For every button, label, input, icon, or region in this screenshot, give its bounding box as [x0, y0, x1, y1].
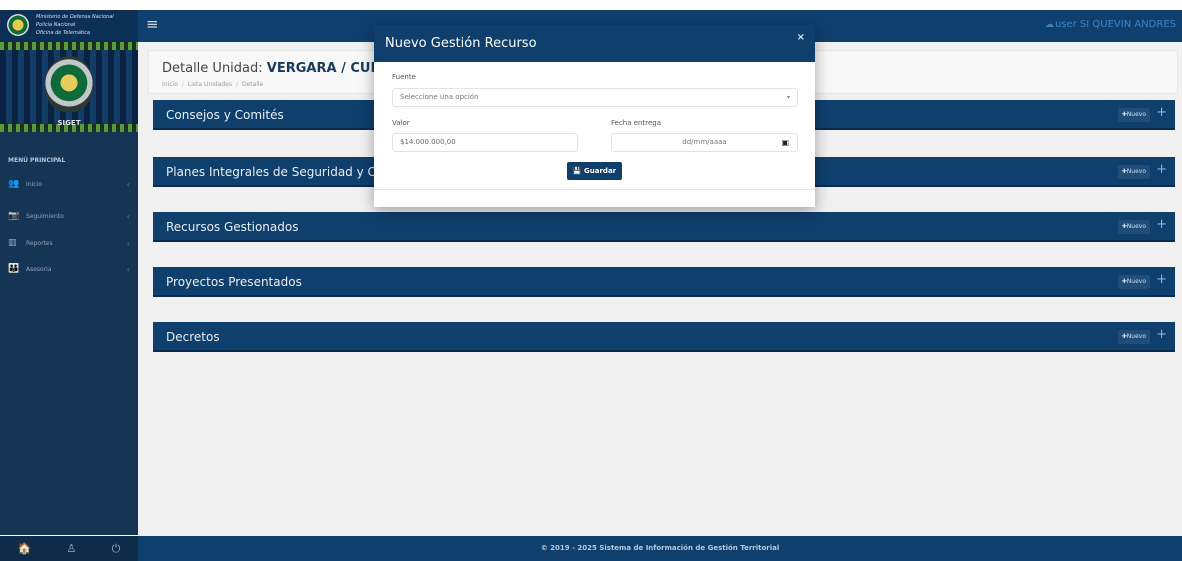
- fecha-label: Fecha entrega: [611, 119, 662, 127]
- sidebar-footer: 🏠 ♙ ⏻: [0, 536, 138, 561]
- power-icon[interactable]: ⏻: [112, 542, 121, 556]
- expand-plus-icon[interactable]: +: [1156, 217, 1167, 232]
- cloud-icon: ☁: [1044, 20, 1054, 30]
- panel-proyectos: Proyectos Presentados ✚Nuevo +: [153, 267, 1175, 297]
- save-button-label: Guardar: [584, 167, 617, 175]
- panel-title: Planes Integrales de Seguridad y Co: [166, 165, 384, 179]
- valor-value: $14.000.000,00: [400, 138, 456, 146]
- page-title-prefix: Detalle Unidad:: [162, 61, 263, 76]
- brand-line-1: Ministerio de Defensa Nacional: [36, 14, 114, 20]
- panel-title: Decretos: [166, 330, 220, 344]
- breadcrumb-item[interactable]: Inicio: [162, 81, 178, 88]
- users-icon: 👥: [8, 179, 20, 189]
- page-footer: © 2019 - 2025 Sistema de Información de …: [138, 536, 1182, 561]
- modal-footer-divider: [374, 189, 815, 190]
- new-resource-modal: Nuevo Gestión Recurso × Fuente Seleccion…: [374, 25, 815, 207]
- breadcrumb-separator: /: [181, 81, 184, 88]
- user-name: user SI QUEVIN ANDRES: [1054, 19, 1176, 30]
- panel-decretos: Decretos ✚Nuevo +: [153, 322, 1175, 352]
- new-button[interactable]: ✚Nuevo: [1117, 330, 1150, 344]
- breadcrumb-item[interactable]: Lista Unidades: [188, 81, 232, 88]
- sidebar-item-label: Reportes: [26, 239, 53, 247]
- expand-plus-icon[interactable]: +: [1156, 272, 1167, 287]
- expand-plus-icon[interactable]: +: [1156, 105, 1167, 120]
- sidebar-header: SIGET: [0, 42, 138, 132]
- breadcrumb-item: Detalle: [242, 81, 264, 88]
- panel-title: Proyectos Presentados: [166, 275, 302, 289]
- sidebar-item-label: Inicio: [26, 180, 42, 188]
- save-icon: 💾: [572, 167, 582, 175]
- new-button[interactable]: ✚Nuevo: [1117, 220, 1150, 234]
- sidebar-item-label: Seguimiento: [26, 212, 64, 220]
- sidebar-item-seguimiento[interactable]: 📷 Seguimiento ‹: [8, 209, 130, 223]
- sidebar: SIGET MENÚ PRINCIPAL 👥 Inicio ‹ 📷 Seguim…: [0, 42, 138, 535]
- home-icon[interactable]: 🏠: [18, 542, 32, 555]
- fuente-placeholder: Seleccione una opción: [400, 93, 479, 101]
- new-button-label: Nuevo: [1126, 223, 1146, 230]
- brand-line-2: Policía Nacional: [36, 22, 76, 28]
- expand-plus-icon[interactable]: +: [1156, 327, 1167, 342]
- chevron-down-icon: ▾: [786, 94, 790, 101]
- police-logo-icon: [45, 56, 93, 112]
- bar-chart-icon: ▥: [8, 238, 17, 248]
- user-menu[interactable]: ☁user SI QUEVIN ANDRES: [1045, 19, 1176, 30]
- chevron-left-icon: ‹: [126, 211, 130, 221]
- expand-plus-icon[interactable]: +: [1156, 162, 1167, 177]
- chevron-left-icon: ‹: [126, 264, 130, 274]
- brand-text: Ministerio de Defensa Nacional Policía N…: [36, 13, 114, 37]
- checker-strip: [0, 42, 138, 50]
- group-icon: 👪: [8, 264, 20, 274]
- new-button[interactable]: ✚Nuevo: [1117, 165, 1150, 179]
- fuente-label: Fuente: [392, 73, 416, 81]
- breadcrumb-separator: /: [235, 81, 238, 88]
- fecha-placeholder: dd/mm/aaaa: [682, 138, 727, 146]
- brand-area[interactable]: Ministerio de Defensa Nacional Policía N…: [0, 10, 138, 42]
- brand-line-3: Oficina de Telemática: [36, 30, 91, 36]
- chevron-left-icon: ‹: [126, 179, 130, 189]
- police-seal-icon: [7, 14, 29, 36]
- close-icon[interactable]: ×: [797, 32, 805, 43]
- breadcrumb: Inicio / Lista Unidades / Detalle: [162, 81, 263, 88]
- new-button[interactable]: ✚Nuevo: [1117, 108, 1150, 122]
- camera-icon: 📷: [8, 211, 20, 221]
- new-button[interactable]: ✚Nuevo: [1117, 275, 1150, 289]
- fuente-select[interactable]: Seleccione una opción ▾: [392, 88, 798, 107]
- user-icon[interactable]: ♙: [67, 542, 77, 555]
- valor-input[interactable]: $14.000.000,00: [392, 133, 578, 152]
- sidebar-header-text: SIGET: [57, 119, 81, 127]
- modal-header: Nuevo Gestión Recurso ×: [374, 25, 815, 62]
- sidebar-item-label: Asesoria: [26, 265, 52, 273]
- fecha-input[interactable]: dd/mm/aaaa ▣: [611, 133, 798, 152]
- sidebar-section-title: MENÚ PRINCIPAL: [8, 157, 66, 164]
- sidebar-item-asesoria[interactable]: 👪 Asesoria ‹: [8, 262, 130, 276]
- new-button-label: Nuevo: [1126, 278, 1146, 285]
- modal-title: Nuevo Gestión Recurso: [385, 36, 537, 51]
- panel-recursos: Recursos Gestionados ✚Nuevo +: [153, 212, 1175, 242]
- panel-title: Consejos y Comités: [166, 108, 284, 122]
- chevron-left-icon: ‹: [126, 238, 130, 248]
- menu-toggle-icon[interactable]: ≡: [146, 16, 159, 32]
- calendar-icon[interactable]: ▣: [781, 134, 789, 151]
- valor-label: Valor: [392, 119, 410, 127]
- new-button-label: Nuevo: [1126, 168, 1146, 175]
- panel-title: Recursos Gestionados: [166, 220, 299, 234]
- page-title: Detalle Unidad: VERGARA / CUNDIN: [162, 61, 408, 76]
- sidebar-item-reportes[interactable]: ▥ Reportes ‹: [8, 236, 130, 250]
- new-button-label: Nuevo: [1126, 333, 1146, 340]
- sidebar-item-inicio[interactable]: 👥 Inicio ‹: [8, 177, 130, 191]
- new-button-label: Nuevo: [1126, 111, 1146, 118]
- save-button[interactable]: 💾 Guardar: [567, 162, 622, 180]
